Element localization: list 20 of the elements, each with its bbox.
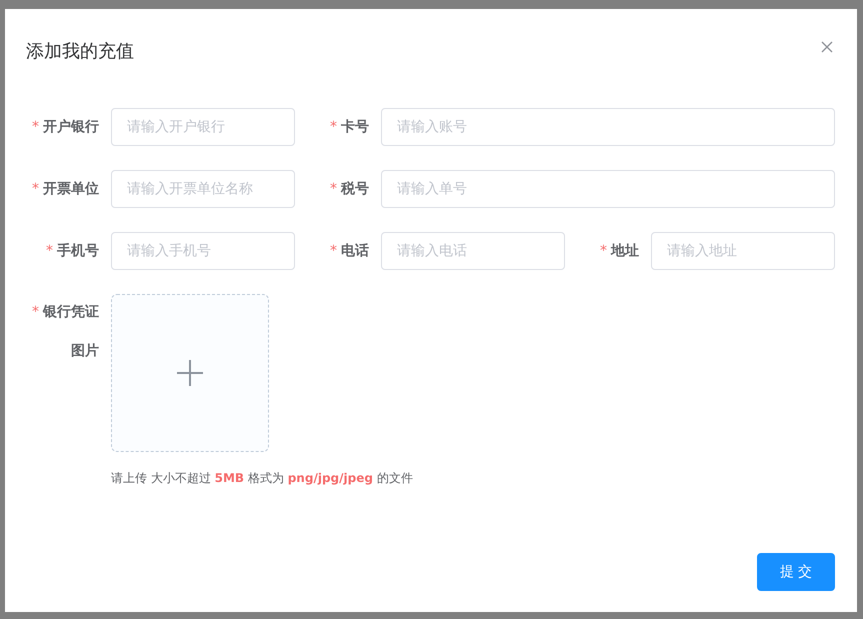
input-field[interactable]: 请输入地址 bbox=[651, 232, 835, 270]
submit-button[interactable]: 提 交 bbox=[757, 553, 835, 591]
plus-icon bbox=[177, 360, 203, 386]
field-label: * 电话 bbox=[329, 242, 370, 261]
field-label: * 开户银行 bbox=[31, 118, 100, 137]
dialog-title: 添加我的充值 bbox=[26, 40, 134, 63]
input-field[interactable]: 请输入开票单位名称 bbox=[111, 170, 295, 208]
input-field[interactable]: 请输入账号 bbox=[381, 108, 835, 146]
field-label: * 税号 bbox=[329, 180, 370, 199]
close-icon[interactable] bbox=[821, 41, 833, 53]
upload-hint: 请上传 大小不超过 5MB 格式为 png/jpg/jpeg 的文件 bbox=[111, 470, 413, 487]
input-field[interactable]: 请输入单号 bbox=[381, 170, 835, 208]
field-label: * 手机号 bbox=[45, 242, 100, 261]
input-field[interactable]: 请输入电话 bbox=[381, 232, 565, 270]
input-field[interactable]: 请输入开户银行 bbox=[111, 108, 295, 146]
field-label: * 开票单位 bbox=[31, 180, 100, 199]
field-label: * 地址 bbox=[599, 242, 640, 261]
input-field[interactable]: 请输入手机号 bbox=[111, 232, 295, 270]
field-label: * 卡号 bbox=[329, 118, 370, 137]
field-label: * 银行凭证图片 bbox=[31, 303, 100, 361]
